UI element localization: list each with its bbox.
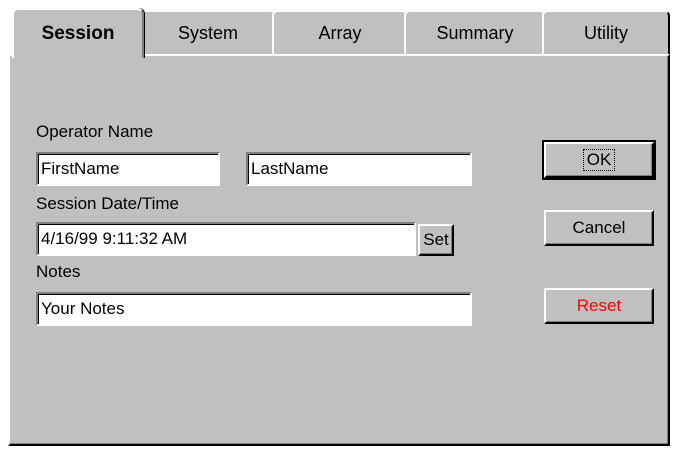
set-button-label: Set bbox=[423, 230, 449, 249]
ok-button[interactable]: OK bbox=[542, 140, 656, 180]
tab-utility-label: Utility bbox=[584, 22, 628, 43]
reset-button-label: Reset bbox=[576, 296, 622, 315]
session-datetime-field[interactable] bbox=[36, 222, 416, 256]
tab-session[interactable]: Session bbox=[12, 8, 144, 58]
tab-utility[interactable]: Utility bbox=[542, 10, 670, 56]
session-datetime-label: Session Date/Time bbox=[36, 194, 179, 213]
operator-name-label: Operator Name bbox=[36, 122, 154, 141]
cancel-button[interactable]: Cancel bbox=[544, 210, 654, 246]
tab-summary[interactable]: Summary bbox=[404, 10, 546, 56]
ok-button-label: OK bbox=[582, 149, 616, 171]
tab-system-label: System bbox=[177, 22, 238, 43]
tab-array[interactable]: Array bbox=[272, 10, 408, 56]
notes-label: Notes bbox=[36, 262, 81, 281]
tab-summary-label: Summary bbox=[436, 22, 514, 43]
tab-array-label: Array bbox=[318, 22, 362, 43]
first-name-field[interactable] bbox=[36, 152, 220, 186]
notes-field[interactable] bbox=[36, 292, 472, 326]
session-dialog: Session System Array Summary Utility Ope… bbox=[0, 0, 676, 452]
set-datetime-button[interactable]: Set bbox=[418, 224, 454, 256]
tab-system[interactable]: System bbox=[140, 10, 276, 56]
last-name-field[interactable] bbox=[246, 152, 472, 186]
tab-session-label: Session bbox=[41, 23, 115, 44]
cancel-button-label: Cancel bbox=[572, 218, 626, 237]
session-panel: Operator Name Session Date/Time Set Note… bbox=[8, 54, 670, 446]
reset-button[interactable]: Reset bbox=[544, 288, 654, 324]
